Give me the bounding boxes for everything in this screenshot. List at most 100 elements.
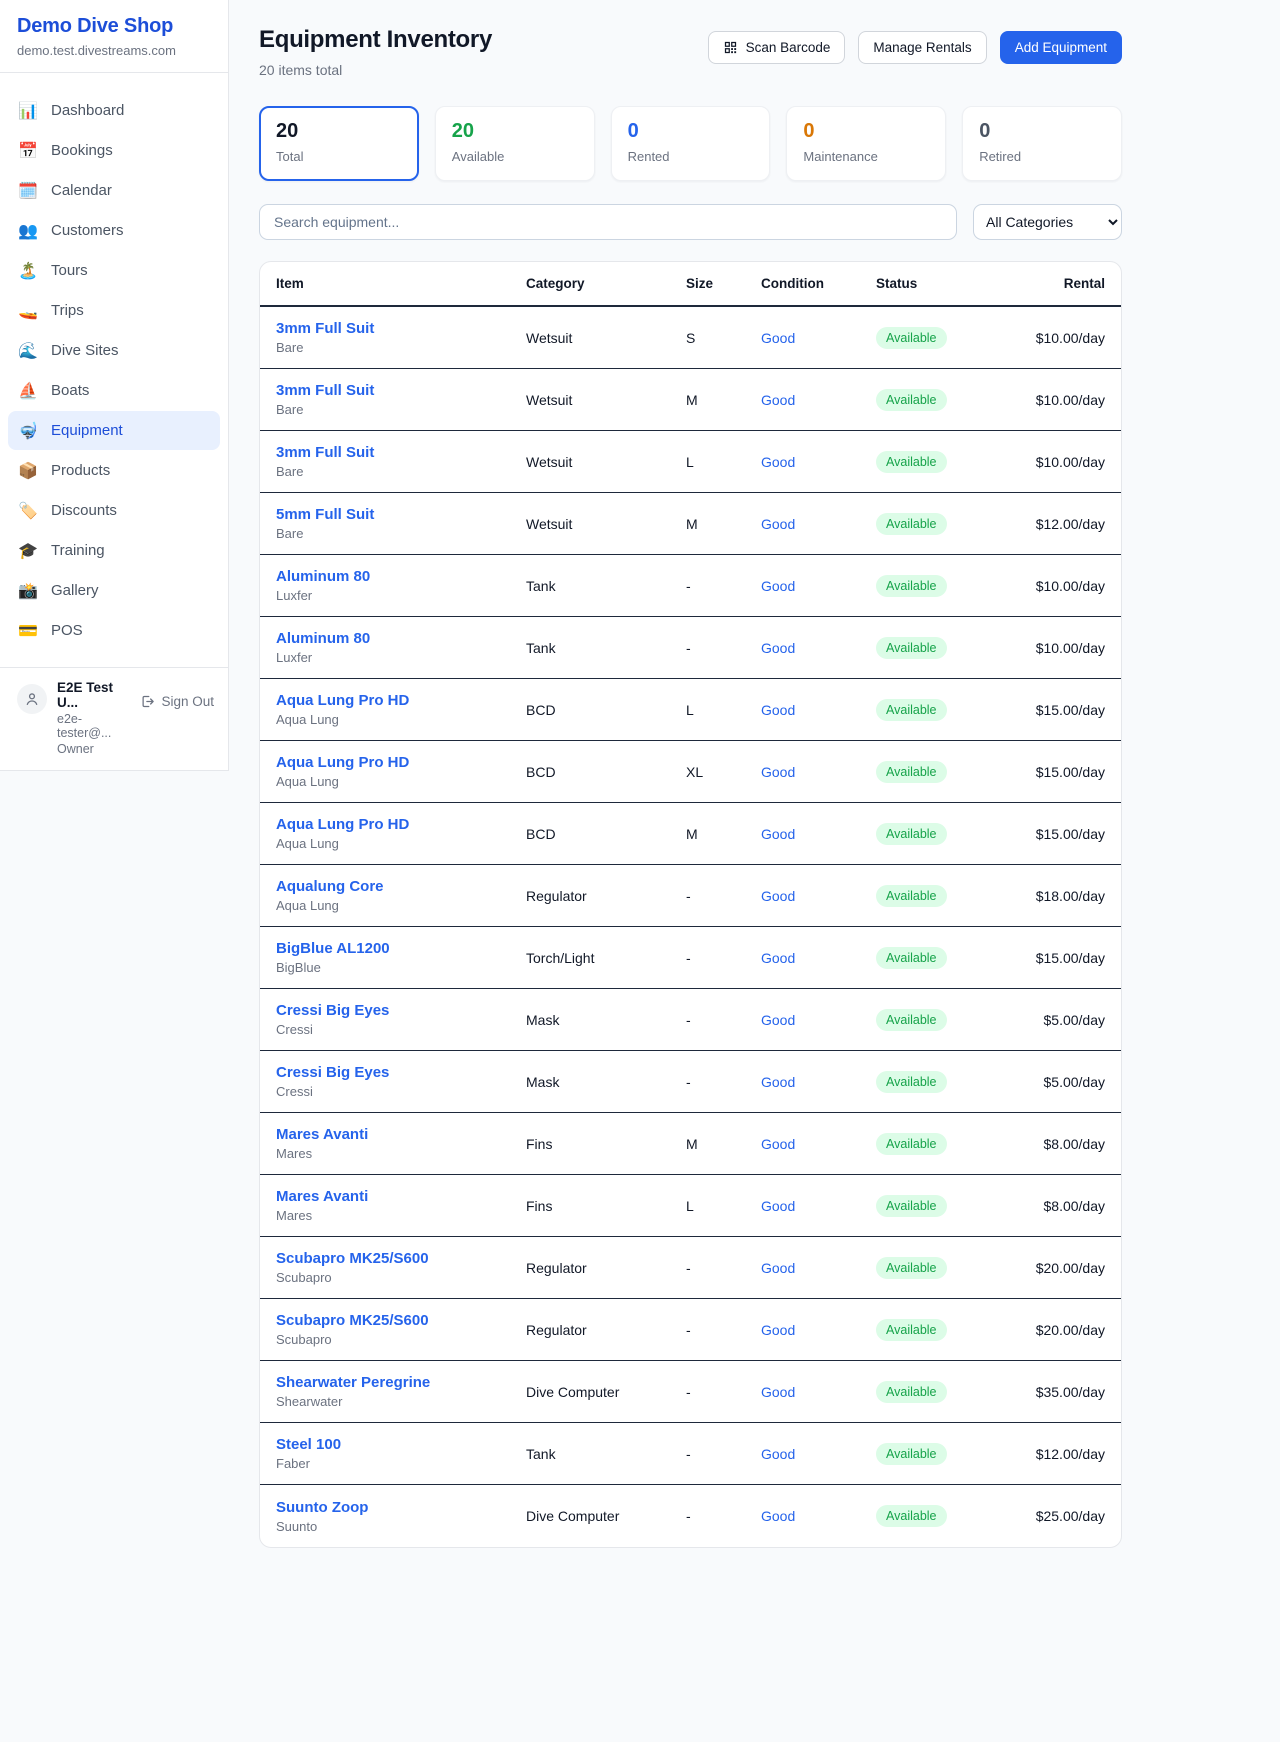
item-name-link[interactable]: Cressi Big Eyes — [276, 1002, 526, 1019]
sidebar-item-calendar[interactable]: 🗓️Calendar — [8, 171, 220, 210]
size-cell: XL — [686, 764, 761, 780]
item-name-link[interactable]: 3mm Full Suit — [276, 320, 526, 337]
condition-link[interactable]: Good — [761, 950, 876, 966]
stat-card-retired[interactable]: 0Retired — [962, 106, 1122, 181]
search-input[interactable] — [259, 204, 957, 240]
condition-link[interactable]: Good — [761, 1508, 876, 1524]
column-header-status: Status — [876, 276, 1016, 291]
sidebar-item-label: POS — [51, 622, 83, 639]
condition-link[interactable]: Good — [761, 888, 876, 904]
column-header-item: Item — [276, 276, 526, 291]
sign-out-button[interactable]: Sign Out — [140, 694, 214, 709]
item-name-link[interactable]: BigBlue AL1200 — [276, 940, 526, 957]
item-name-link[interactable]: Cressi Big Eyes — [276, 1064, 526, 1081]
item-name-link[interactable]: Mares Avanti — [276, 1126, 526, 1143]
size-cell: - — [686, 888, 761, 904]
status-badge: Available — [876, 885, 947, 907]
table-row: Aqualung CoreAqua LungRegulator-GoodAvai… — [260, 865, 1121, 927]
item-brand: Cressi — [276, 1022, 526, 1037]
sidebar-item-boats[interactable]: ⛵Boats — [8, 371, 220, 410]
add-equipment-button[interactable]: Add Equipment — [1000, 31, 1122, 64]
condition-link[interactable]: Good — [761, 578, 876, 594]
item-name-link[interactable]: Mares Avanti — [276, 1188, 526, 1205]
condition-link[interactable]: Good — [761, 454, 876, 470]
rental-price: $15.00/day — [1016, 702, 1105, 718]
category-cell: Regulator — [526, 1322, 686, 1338]
sidebar-item-equipment[interactable]: 🤿Equipment — [8, 411, 220, 450]
category-cell: Regulator — [526, 1260, 686, 1276]
sidebar-item-tours[interactable]: 🏝️Tours — [8, 251, 220, 290]
item-name-link[interactable]: Aqualung Core — [276, 878, 526, 895]
condition-link[interactable]: Good — [761, 392, 876, 408]
sidebar-item-bookings[interactable]: 📅Bookings — [8, 131, 220, 170]
condition-link[interactable]: Good — [761, 1012, 876, 1028]
scan-barcode-button[interactable]: Scan Barcode — [708, 31, 846, 64]
condition-link[interactable]: Good — [761, 1384, 876, 1400]
item-name-link[interactable]: Aqua Lung Pro HD — [276, 816, 526, 833]
stat-card-rented[interactable]: 0Rented — [611, 106, 771, 181]
item-name-link[interactable]: 3mm Full Suit — [276, 382, 526, 399]
avatar — [17, 684, 47, 714]
condition-link[interactable]: Good — [761, 640, 876, 656]
sidebar-item-pos[interactable]: 💳POS — [8, 611, 220, 650]
sidebar-item-trips[interactable]: 🚤Trips — [8, 291, 220, 330]
item-name-link[interactable]: Aqua Lung Pro HD — [276, 692, 526, 709]
item-cell: Aqua Lung Pro HDAqua Lung — [276, 816, 526, 851]
stat-card-total[interactable]: 20Total — [259, 106, 419, 181]
condition-link[interactable]: Good — [761, 330, 876, 346]
sidebar-item-dive-sites[interactable]: 🌊Dive Sites — [8, 331, 220, 370]
size-cell: L — [686, 702, 761, 718]
manage-rentals-button[interactable]: Manage Rentals — [858, 31, 986, 64]
item-name-link[interactable]: Aluminum 80 — [276, 568, 526, 585]
stat-label: Retired — [979, 149, 1105, 164]
item-name-link[interactable]: 5mm Full Suit — [276, 506, 526, 523]
item-brand: Luxfer — [276, 650, 526, 665]
status-cell: Available — [876, 637, 1016, 659]
item-name-link[interactable]: Scubapro MK25/S600 — [276, 1250, 526, 1267]
condition-link[interactable]: Good — [761, 1322, 876, 1338]
sidebar-item-discounts[interactable]: 🏷️Discounts — [8, 491, 220, 530]
item-name-link[interactable]: Aqua Lung Pro HD — [276, 754, 526, 771]
item-name-link[interactable]: Scubapro MK25/S600 — [276, 1312, 526, 1329]
condition-link[interactable]: Good — [761, 826, 876, 842]
item-name-link[interactable]: Steel 100 — [276, 1436, 526, 1453]
sidebar-item-training[interactable]: 🎓Training — [8, 531, 220, 570]
condition-link[interactable]: Good — [761, 1074, 876, 1090]
stat-card-available[interactable]: 20Available — [435, 106, 595, 181]
item-brand: Bare — [276, 340, 526, 355]
sidebar-item-customers[interactable]: 👥Customers — [8, 211, 220, 250]
table-row: BigBlue AL1200BigBlueTorch/Light-GoodAva… — [260, 927, 1121, 989]
sidebar-item-gallery[interactable]: 📸Gallery — [8, 571, 220, 610]
item-cell: Mares AvantiMares — [276, 1126, 526, 1161]
condition-link[interactable]: Good — [761, 516, 876, 532]
stat-card-maintenance[interactable]: 0Maintenance — [786, 106, 946, 181]
item-name-link[interactable]: 3mm Full Suit — [276, 444, 526, 461]
item-name-link[interactable]: Suunto Zoop — [276, 1499, 526, 1516]
condition-link[interactable]: Good — [761, 764, 876, 780]
sidebar-item-products[interactable]: 📦Products — [8, 451, 220, 490]
item-cell: Suunto ZoopSuunto — [276, 1499, 526, 1534]
category-cell: Mask — [526, 1074, 686, 1090]
condition-link[interactable]: Good — [761, 1136, 876, 1152]
table-row: Aluminum 80LuxferTank-GoodAvailable$10.0… — [260, 617, 1121, 679]
sidebar-item-dashboard[interactable]: 📊Dashboard — [8, 91, 220, 130]
sidebar-item-label: Gallery — [51, 582, 99, 599]
table-row: Aqua Lung Pro HDAqua LungBCDMGoodAvailab… — [260, 803, 1121, 865]
brand-name[interactable]: Demo Dive Shop — [17, 15, 211, 38]
table-row: Mares AvantiMaresFinsMGoodAvailable$8.00… — [260, 1113, 1121, 1175]
condition-link[interactable]: Good — [761, 702, 876, 718]
condition-link[interactable]: Good — [761, 1198, 876, 1214]
condition-link[interactable]: Good — [761, 1446, 876, 1462]
item-name-link[interactable]: Aluminum 80 — [276, 630, 526, 647]
status-badge: Available — [876, 1071, 947, 1093]
column-header-condition: Condition — [761, 276, 876, 291]
item-name-link[interactable]: Shearwater Peregrine — [276, 1374, 526, 1391]
table-row: Cressi Big EyesCressiMask-GoodAvailable$… — [260, 1051, 1121, 1113]
rental-price: $25.00/day — [1016, 1508, 1105, 1524]
item-cell: Cressi Big EyesCressi — [276, 1064, 526, 1099]
status-badge: Available — [876, 1381, 947, 1403]
category-select[interactable]: All Categories — [973, 204, 1122, 240]
size-cell: - — [686, 578, 761, 594]
sidebar-item-label: Discounts — [51, 502, 117, 519]
condition-link[interactable]: Good — [761, 1260, 876, 1276]
